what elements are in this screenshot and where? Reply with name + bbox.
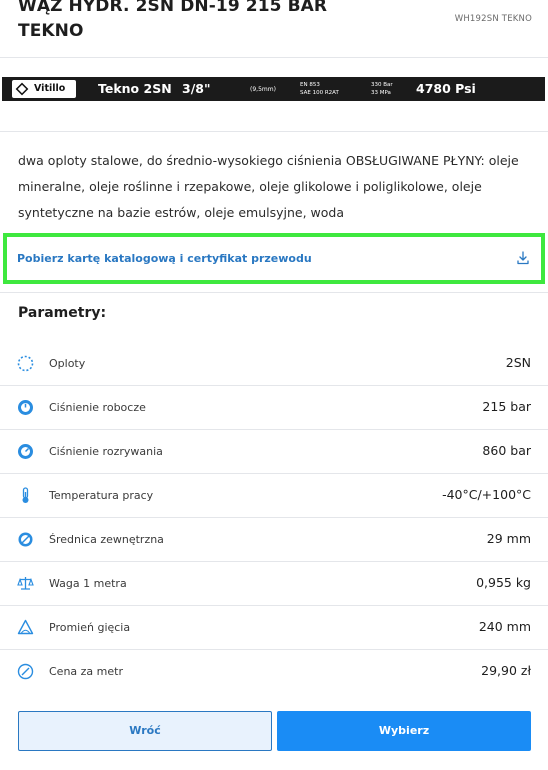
product-description: dwa oploty stalowe, do średnio-wysokiego… [18, 153, 519, 220]
hose-standard: EN 853 SAE 100 R2AT [300, 81, 339, 97]
hose-standard-line1: EN 853 [300, 82, 320, 88]
param-row-working-pressure: Ciśnienie robocze 215 bar [0, 386, 548, 430]
pressure-gauge-icon [18, 400, 33, 415]
scale-icon [17, 577, 34, 590]
param-row-burst-pressure: Ciśnienie rozrywania 860 bar [0, 430, 548, 474]
hose-pressure-line2: 33 MPa [371, 90, 391, 96]
param-value: 240 mm [478, 619, 531, 634]
param-row-outer-diameter: Średnica zewnętrzna 29 mm [0, 518, 548, 562]
hose-model: Tekno 2SN [98, 81, 172, 96]
thermometer-icon [22, 487, 29, 503]
bend-radius-icon [17, 619, 34, 635]
hose-size-mm: (9,5mm) [250, 86, 276, 93]
param-value: 2SN [505, 355, 531, 370]
download-catalog-label: Pobierz kartę katalogową i certyfikat pr… [17, 252, 312, 265]
burst-gauge-icon [18, 444, 33, 459]
param-label: Ciśnienie robocze [49, 401, 146, 414]
param-label: Waga 1 metra [49, 577, 127, 590]
param-label: Średnica zewnętrzna [49, 533, 164, 546]
param-label: Promień gięcia [49, 621, 131, 634]
params-heading: Parametry: [18, 305, 107, 321]
hose-pressure-line1: 330 Bar [371, 82, 393, 88]
param-label: Temperatura pracy [49, 489, 154, 502]
braid-icon [17, 355, 34, 372]
hose-print-image: Vitillo Tekno 2SN 3/8" (9,5mm) EN 853 SA… [2, 77, 545, 101]
back-button[interactable]: Wróć [18, 711, 272, 751]
param-label: Ciśnienie rozrywania [49, 445, 163, 458]
download-icon [517, 251, 529, 265]
param-label: Oploty [49, 357, 86, 370]
param-label: Cena za metr [49, 665, 123, 678]
param-value: -40°C/+100°C [442, 487, 531, 502]
param-value: 215 bar [482, 399, 531, 414]
price-icon [17, 663, 34, 680]
param-value: 29 mm [486, 531, 531, 546]
product-title: WĄŻ HYDR. 2SN DN-19 215 BAR TEKNO [18, 0, 328, 41]
select-button[interactable]: Wybierz [277, 711, 531, 751]
diameter-icon [18, 532, 33, 547]
brand-logo: Vitillo [12, 80, 76, 98]
param-value: 860 bar [482, 443, 531, 458]
hose-size: 3/8" [182, 81, 211, 96]
download-catalog-link[interactable]: Pobierz kartę katalogową i certyfikat pr… [3, 233, 545, 284]
hose-pressure: 330 Bar 33 MPa [371, 81, 393, 97]
product-sku: WH192SN TEKNO [454, 14, 532, 24]
param-row-braids: Oploty 2SN [0, 342, 548, 386]
hose-psi: 4780 Psi [416, 81, 476, 96]
brand-name: Vitillo [34, 83, 66, 94]
section-divider [0, 292, 548, 293]
param-row-weight: Waga 1 metra 0,955 kg [0, 562, 548, 606]
hose-banner-area: Vitillo Tekno 2SN 3/8" (9,5mm) EN 853 SA… [0, 58, 548, 132]
param-value: 29,90 zł [481, 663, 531, 678]
param-row-price: Cena za metr 29,90 zł [0, 650, 548, 694]
param-row-temperature: Temperatura pracy -40°C/+100°C [0, 474, 548, 518]
brand-logo-mark [15, 82, 29, 96]
hose-standard-line2: SAE 100 R2AT [300, 90, 339, 96]
product-header: WĄŻ HYDR. 2SN DN-19 215 BAR TEKNO WH192S… [0, 0, 548, 58]
param-row-bend-radius: Promień gięcia 240 mm [0, 606, 548, 650]
param-value: 0,955 kg [476, 575, 531, 590]
